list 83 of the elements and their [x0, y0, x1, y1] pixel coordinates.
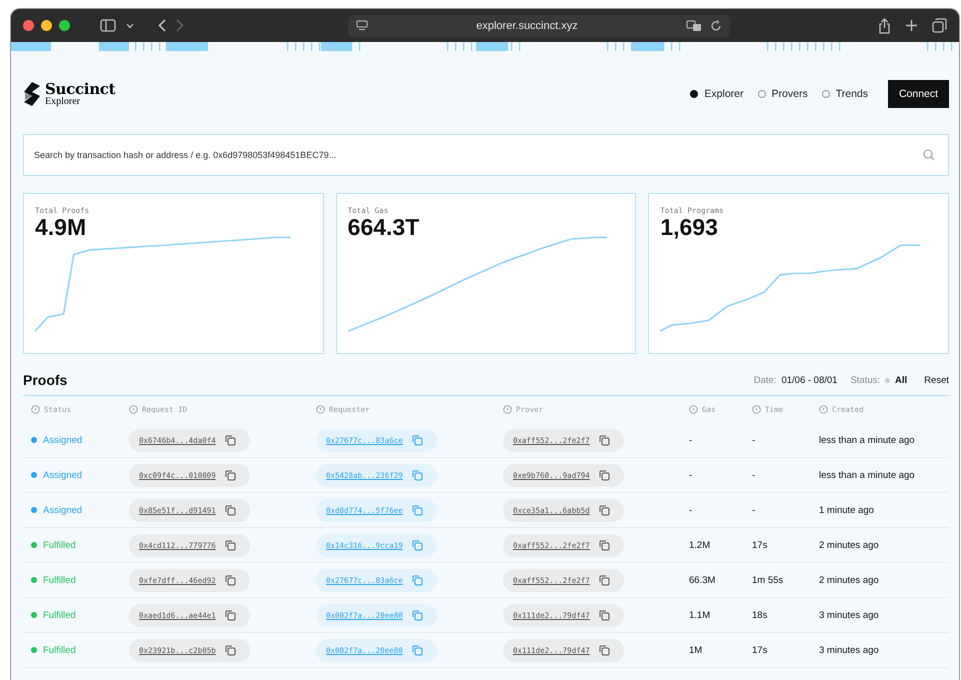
nav-tab[interactable]: Provers [758, 88, 808, 100]
connect-button[interactable]: Connect [888, 80, 949, 108]
column-icon [689, 405, 698, 414]
zoom-window-icon[interactable] [59, 20, 70, 31]
address-bar[interactable]: explorer.succinct.xyz [348, 14, 730, 36]
reload-icon[interactable] [710, 20, 722, 32]
stat-value: 664.3T [348, 215, 420, 240]
copy-icon[interactable] [224, 644, 236, 656]
created-cell: 1 minute ago [819, 504, 874, 516]
translate-icon[interactable] [686, 20, 702, 32]
forward-icon[interactable] [176, 19, 184, 32]
created-cell: 3 minutes ago [819, 644, 879, 656]
copy-icon[interactable] [598, 574, 610, 586]
filter-label: Date: [754, 374, 776, 386]
url-text: explorer.succinct.xyz [475, 20, 579, 32]
status-filter[interactable]: All [895, 374, 908, 386]
tabs-overview-icon[interactable] [932, 18, 947, 33]
column-icon [129, 405, 138, 414]
minimize-window-icon[interactable] [41, 20, 52, 31]
column-icon [819, 405, 828, 414]
created-cell: less than a minute ago [819, 470, 915, 480]
status-dot-icon [885, 378, 890, 382]
time-cell: - [752, 434, 756, 446]
stat-value: 1,693 [660, 215, 718, 240]
chevron-down-icon[interactable] [126, 22, 134, 28]
copy-icon[interactable] [224, 470, 236, 480]
logo-subtitle: Explorer [45, 96, 81, 106]
created-cell: 2 minutes ago [819, 540, 879, 550]
stat-value: 4.9M [35, 215, 88, 240]
status-text: Assigned [43, 504, 82, 516]
back-icon[interactable] [158, 19, 166, 32]
logo-icon [23, 81, 41, 107]
time-cell: 18s [752, 610, 768, 620]
created-cell: less than a minute ago [819, 434, 915, 446]
copy-icon[interactable] [598, 504, 610, 516]
copy-icon[interactable] [224, 540, 236, 550]
gas-cell: 1.2M [689, 540, 710, 550]
column-icon [503, 405, 512, 414]
status-text: Fulfilled [43, 574, 76, 586]
time-cell: - [752, 470, 756, 480]
gas-cell: 66.3M [689, 574, 716, 586]
page-menu-icon[interactable] [356, 20, 368, 31]
column-icon [316, 405, 325, 414]
copy-icon[interactable] [598, 644, 610, 656]
gas-cell: - [689, 470, 692, 480]
copy-icon[interactable] [598, 610, 610, 620]
gas-cell: - [689, 504, 692, 516]
column-icon [31, 405, 40, 414]
section-title: Proofs [23, 372, 68, 388]
sidebar-icon[interactable] [100, 19, 116, 32]
gas-cell: - [689, 434, 692, 446]
time-cell: 1m 55s [752, 574, 784, 586]
nav-tab[interactable]: Trends [822, 88, 868, 100]
new-tab-icon[interactable] [905, 19, 918, 32]
reset-button[interactable]: Reset [924, 374, 949, 386]
search-field[interactable]: Search by transaction hash or address / e.g. 0x6d9798053f498451BEC79... [23, 134, 949, 176]
close-window-icon[interactable] [23, 20, 34, 31]
created-cell: 3 minutes ago [819, 610, 879, 620]
copy-icon[interactable] [224, 434, 236, 446]
status-text: Assigned [43, 434, 82, 446]
column-icon [752, 405, 761, 414]
date-filter[interactable]: 01/06 - 08/01 [781, 374, 838, 386]
nav-tab[interactable]: Explorer [690, 88, 744, 100]
time-cell: 17s [752, 540, 768, 550]
logo-title: Succinct [45, 82, 116, 96]
gas-cell: 1M [689, 644, 702, 656]
share-icon[interactable] [878, 18, 891, 34]
copy-icon[interactable] [224, 610, 236, 620]
copy-icon[interactable] [598, 434, 610, 446]
status-text: Fulfilled [43, 644, 76, 656]
gas-cell: 1.1M [689, 610, 710, 620]
copy-icon[interactable] [598, 540, 610, 550]
created-cell: 2 minutes ago [819, 574, 879, 586]
status-text: Fulfilled [43, 610, 76, 620]
copy-icon[interactable] [598, 470, 610, 480]
search-icon[interactable] [923, 149, 935, 161]
status-text: Fulfilled [43, 540, 76, 550]
time-cell: 17s [752, 644, 768, 656]
time-cell: - [752, 504, 756, 516]
status-text: Assigned [43, 470, 82, 480]
filter-label: Status: [850, 374, 880, 386]
copy-icon[interactable] [224, 504, 236, 516]
copy-icon[interactable] [224, 574, 236, 586]
